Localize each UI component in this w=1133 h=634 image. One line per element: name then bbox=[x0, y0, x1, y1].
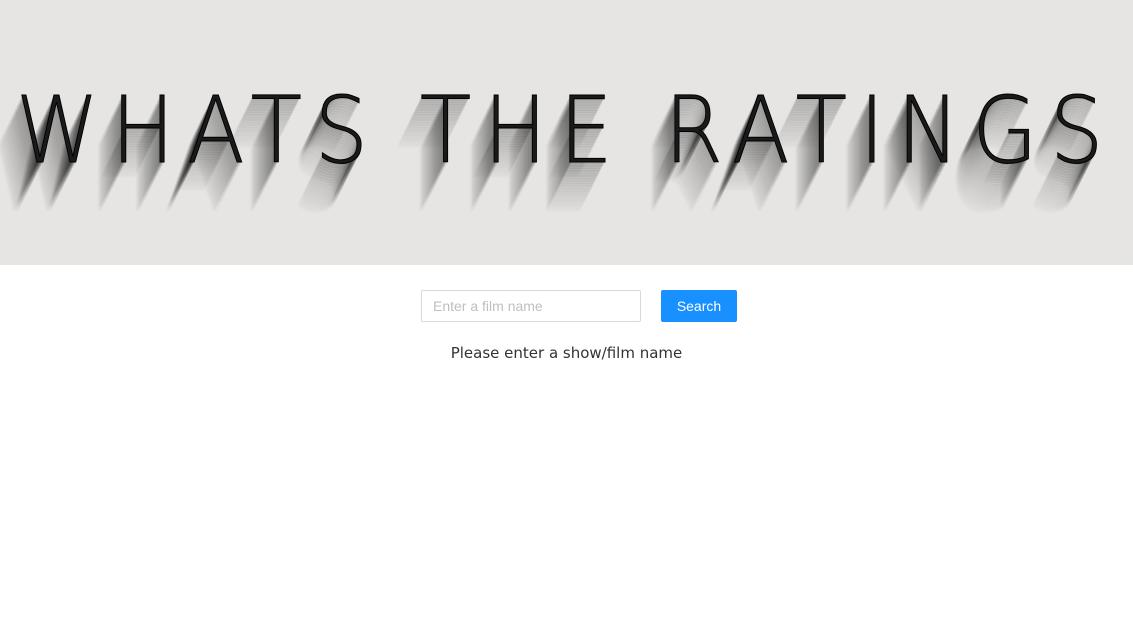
status-message: Please enter a show/film name bbox=[450, 344, 683, 362]
page-title: WHATS THE RATINGS bbox=[16, 77, 1116, 184]
search-button[interactable]: Search bbox=[661, 290, 737, 322]
hero-title-graphic: WHATS THE RATINGSWHATS THE RATINGSWHATS … bbox=[1, 77, 1116, 216]
hero-banner: WHATS THE RATINGS WHATS THE RATINGS WHATS … bbox=[0, 0, 1133, 265]
film-search-input[interactable] bbox=[421, 290, 641, 322]
search-bar: Search bbox=[0, 290, 1133, 322]
